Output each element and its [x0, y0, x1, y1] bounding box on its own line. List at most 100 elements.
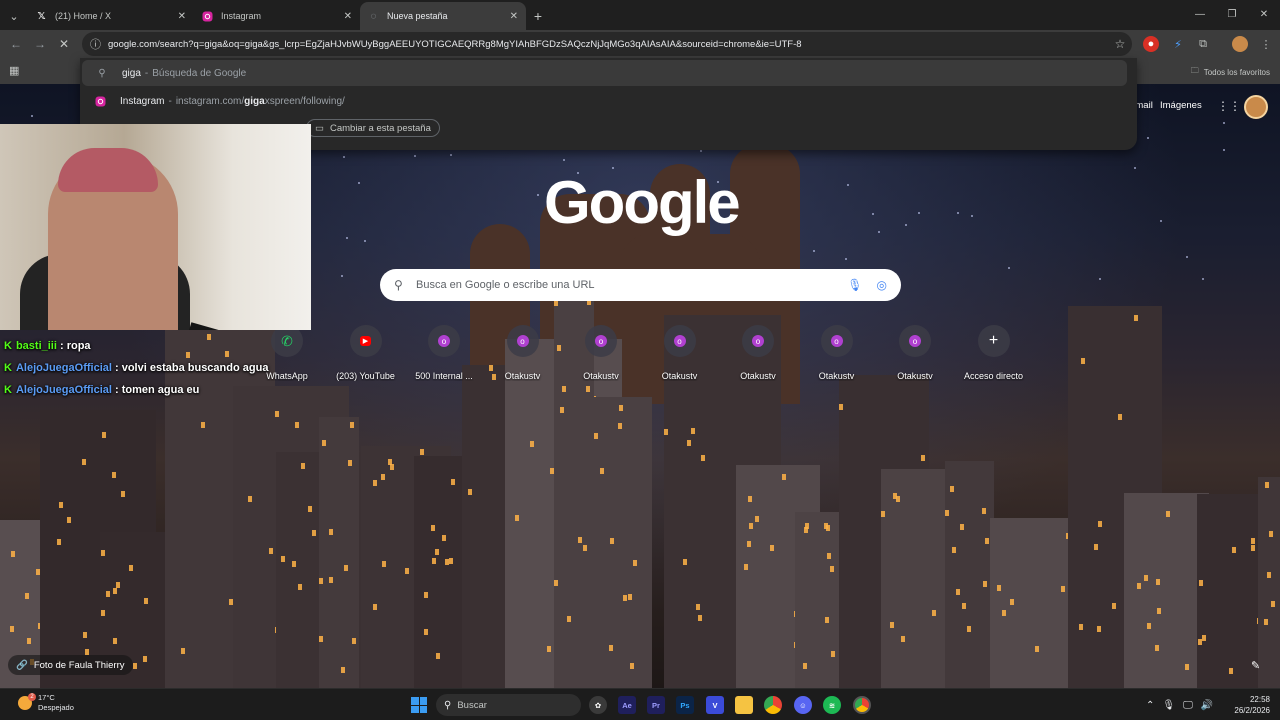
link-icon: 🔗 [16, 659, 28, 671]
lit-window [113, 588, 117, 594]
after-effects-icon[interactable]: Ae [618, 696, 636, 714]
instagram-icon [202, 11, 213, 22]
star-dot [1007, 266, 1010, 269]
lit-window [101, 550, 105, 556]
lit-window [755, 516, 759, 522]
site-info-icon[interactable]: ⓘ [90, 36, 108, 52]
back-icon[interactable]: ← [4, 32, 28, 56]
shortcut-tile[interactable]: o Otakustv [562, 325, 640, 381]
tab-x-home[interactable]: 𝕏 (21) Home / X ✕ [28, 2, 194, 30]
lit-window [373, 604, 377, 610]
weather-widget[interactable]: 2 17°C Despejado [18, 693, 74, 713]
chrome-icon[interactable] [764, 696, 782, 714]
suggestion-url-prefix: instagram.com/ [175, 95, 245, 107]
volume-icon[interactable]: 🔊 [1201, 700, 1213, 711]
weather-desc: Despejado [38, 703, 74, 712]
lit-window [1118, 414, 1122, 420]
lit-window [827, 553, 831, 559]
lit-window [133, 663, 137, 669]
discord-icon[interactable]: ☺ [794, 696, 812, 714]
spotify-icon[interactable]: ≋ [823, 696, 841, 714]
switch-to-tab-button[interactable]: ▭ Cambiar a esta pestaña [306, 119, 440, 137]
extensions-puzzle-icon[interactable]: ⧉ [1195, 36, 1211, 52]
network-icon[interactable]: 🖵 [1183, 700, 1193, 711]
chat-username[interactable]: basti_iii [16, 340, 57, 352]
microphone-icon[interactable]: 🎙 [1162, 700, 1175, 711]
lit-window [445, 559, 449, 565]
google-search-box[interactable]: ⚲ 🎙 ◎ [380, 269, 901, 301]
stop-loading-icon[interactable]: ✕ [52, 32, 76, 56]
apps-grid-icon[interactable]: ▦ [9, 64, 19, 77]
shortcut-tile[interactable]: o Otakustv [641, 325, 719, 381]
bookmark-star-icon[interactable]: ☆ [1108, 37, 1132, 51]
lit-window [106, 591, 110, 597]
lit-window [609, 645, 613, 651]
instagram-icon [80, 96, 120, 107]
lit-window [10, 626, 14, 632]
microphone-icon[interactable]: 🎙 [847, 278, 862, 292]
taskbar-search[interactable]: ⚲ Buscar [436, 694, 581, 716]
restore-icon[interactable]: ❐ [1216, 0, 1248, 28]
shortcut-tile[interactable]: o Otakustv [484, 325, 562, 381]
shortcut-tile[interactable]: ▶ (203) YouTube [327, 325, 405, 381]
lit-window [839, 404, 843, 410]
close-tab-icon[interactable]: ✕ [178, 11, 186, 22]
chat-username[interactable]: AlejoJuegaOfficial [16, 384, 112, 396]
shortcut-tile[interactable]: o Otakustv [798, 325, 876, 381]
images-link[interactable]: Imágenes [1160, 100, 1202, 111]
chevron-up-icon[interactable]: ⌃ [1146, 700, 1154, 711]
suggestion-search[interactable]: ⚲ giga - Búsqueda de Google [82, 60, 1127, 86]
lit-window [432, 558, 436, 564]
extension-translate-icon[interactable]: ⚡ [1170, 36, 1186, 52]
window-controls: — ❐ ✕ [1184, 0, 1280, 28]
shortcut-tile[interactable]: o Otakustv [719, 325, 797, 381]
address-bar-url[interactable]: google.com/search?q=giga&oq=giga&gs_lcrp… [108, 39, 1108, 50]
lit-window [782, 474, 786, 480]
chat-username[interactable]: AlejoJuegaOfficial [16, 362, 112, 374]
lit-window [824, 523, 828, 529]
lit-window [896, 496, 900, 502]
minimize-icon[interactable]: — [1184, 0, 1216, 28]
search-input[interactable] [416, 279, 848, 291]
mic-arm [188, 322, 311, 330]
photoshop-icon[interactable]: Ps [676, 696, 694, 714]
shortcut-tile[interactable]: o Otakustv [876, 325, 954, 381]
lit-window [25, 593, 29, 599]
all-bookmarks-button[interactable]: 🗀 Todos los favoritos [1191, 65, 1270, 79]
shortcut-tile[interactable]: o 500 Internal ... [405, 325, 483, 381]
premiere-icon[interactable]: Pr [647, 696, 665, 714]
lit-window [59, 502, 63, 508]
new-tab-button[interactable]: + [526, 2, 550, 30]
profile-avatar-icon[interactable] [1232, 36, 1248, 52]
close-tab-icon[interactable]: ✕ [510, 11, 518, 22]
extension-red-icon[interactable]: ● [1143, 36, 1159, 52]
lit-window [352, 638, 356, 644]
address-bar[interactable]: ⓘ google.com/search?q=giga&oq=giga&gs_lc… [82, 32, 1132, 56]
lit-window [451, 479, 455, 485]
forward-icon[interactable]: → [28, 32, 52, 56]
suggestion-url-suffix: xspreen/following/ [264, 95, 345, 107]
file-explorer-icon[interactable] [735, 696, 753, 714]
customize-pencil-icon[interactable]: ✎ [1251, 659, 1260, 672]
tab-instagram[interactable]: Instagram ✕ [194, 2, 360, 30]
taskbar-clock[interactable]: 22:58 26/2/2026 [1226, 694, 1270, 716]
lit-window [129, 565, 133, 571]
shortcut-tile[interactable]: + Acceso directo [955, 325, 1033, 381]
shortcut-icon-circle: o [742, 325, 774, 357]
tab-new-tab[interactable]: ◌ Nueva pestaña ✕ [360, 2, 526, 30]
weather-text: 17°C Despejado [38, 693, 74, 713]
tab-search-button[interactable]: ⌄ [0, 2, 28, 30]
vegas-icon[interactable]: V [706, 696, 724, 714]
close-tab-icon[interactable]: ✕ [344, 11, 352, 22]
close-window-icon[interactable]: ✕ [1248, 0, 1280, 28]
photo-credit-link[interactable]: 🔗 Foto de Faula Thierry [8, 655, 133, 675]
copilot-icon[interactable]: ✿ [589, 696, 607, 714]
windows-start-icon[interactable] [411, 697, 427, 713]
o-icon: o [909, 335, 921, 347]
avatar[interactable] [1244, 95, 1268, 119]
menu-kebab-icon[interactable]: ⋮ [1258, 36, 1274, 52]
suggestion-instagram[interactable]: Instagram - instagram.com/giga xspreen/fo… [80, 88, 1137, 114]
chrome-active-icon[interactable] [853, 696, 871, 714]
google-lens-icon[interactable]: ◎ [877, 278, 887, 292]
chat-text: : ropa [59, 340, 91, 352]
